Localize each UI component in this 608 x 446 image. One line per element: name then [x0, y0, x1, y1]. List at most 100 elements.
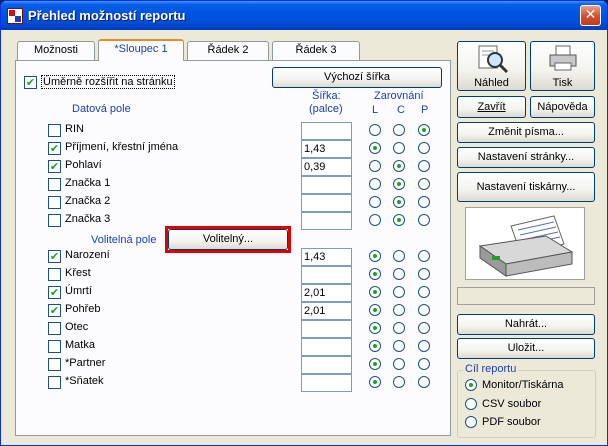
default-width-button[interactable]: Výchozí šířka — [272, 67, 442, 88]
tab-row-3[interactable]: Řádek 3 — [272, 41, 360, 60]
optional-field-align-center-radio[interactable] — [393, 358, 405, 370]
data-field-checkbox[interactable]: ✔ — [48, 160, 61, 173]
data-field-align-center-radio[interactable] — [393, 160, 405, 172]
optional-field-width-input[interactable]: 1,43 — [301, 248, 352, 266]
data-field-align-center-radio[interactable] — [393, 214, 405, 226]
data-field-align-right-radio[interactable] — [418, 178, 430, 190]
data-field-checkbox[interactable] — [48, 178, 61, 191]
optional-field-align-right-radio[interactable] — [418, 376, 430, 388]
optional-field-align-left-radio[interactable] — [369, 304, 381, 316]
optional-field-width-input[interactable]: 2,01 — [301, 284, 352, 302]
optional-field-align-center-radio[interactable] — [393, 376, 405, 388]
optional-field-checkbox[interactable]: ✔ — [48, 304, 61, 317]
data-field-width-input[interactable] — [301, 194, 352, 212]
optional-field-label: Úmrtí — [65, 285, 92, 297]
width-header: Šířka: — [312, 90, 341, 102]
target-monitor-radio[interactable] — [465, 379, 477, 391]
data-field-align-left-radio[interactable] — [369, 124, 381, 136]
optional-field-align-left-radio[interactable] — [369, 358, 381, 370]
data-field-align-right-radio[interactable] — [418, 196, 430, 208]
data-field-align-left-radio[interactable] — [369, 214, 381, 226]
optional-field-align-left-radio[interactable] — [369, 376, 381, 388]
optional-field-align-right-radio[interactable] — [418, 268, 430, 280]
optional-field-align-right-radio[interactable] — [418, 250, 430, 262]
optional-field-width-input[interactable] — [301, 266, 352, 284]
data-field-width-input[interactable] — [301, 212, 352, 230]
data-field-align-left-radio[interactable] — [369, 178, 381, 190]
target-pdf-label: PDF soubor — [482, 416, 541, 428]
close-button[interactable]: Zavřít — [457, 96, 526, 118]
optional-field-align-center-radio[interactable] — [393, 250, 405, 262]
optional-field-align-right-radio[interactable] — [418, 304, 430, 316]
data-field-checkbox[interactable] — [48, 214, 61, 227]
optional-field-width-input[interactable] — [301, 374, 352, 392]
optional-field-align-left-radio[interactable] — [369, 322, 381, 334]
target-csv-radio[interactable] — [465, 398, 477, 410]
data-field-align-left-radio[interactable] — [369, 160, 381, 172]
tab-options[interactable]: Možnosti — [17, 41, 95, 60]
print-button[interactable]: Tisk — [530, 41, 595, 91]
title-bar[interactable]: Přehled možností reportu ✕ — [1, 1, 607, 30]
report-target-title: Cíl reportu — [463, 363, 519, 375]
optional-field-checkbox[interactable] — [48, 376, 61, 389]
change-fonts-button[interactable]: Změnit písma... — [457, 122, 595, 143]
optional-field-align-right-radio[interactable] — [418, 340, 430, 352]
optional-field-checkbox[interactable]: ✔ — [48, 286, 61, 299]
optional-field-align-center-radio[interactable] — [393, 340, 405, 352]
preview-button[interactable]: Náhled — [457, 41, 526, 91]
data-field-checkbox[interactable] — [48, 124, 61, 137]
printer-icon — [549, 45, 577, 71]
app-icon — [7, 8, 23, 24]
data-field-align-center-radio[interactable] — [393, 178, 405, 190]
optional-field-width-input[interactable] — [301, 356, 352, 374]
data-field-align-left-radio[interactable] — [369, 196, 381, 208]
optional-field-align-left-radio[interactable] — [369, 250, 381, 262]
data-field-checkbox[interactable]: ✔ — [48, 142, 61, 155]
data-field-align-right-radio[interactable] — [418, 160, 430, 172]
tab-row-2[interactable]: Řádek 2 — [187, 41, 269, 60]
close-window-button[interactable]: ✕ — [580, 5, 601, 26]
optional-field-checkbox[interactable]: ✔ — [48, 250, 61, 263]
optional-field-checkbox[interactable] — [48, 268, 61, 281]
optional-field-align-center-radio[interactable] — [393, 322, 405, 334]
help-button[interactable]: Nápověda — [530, 96, 595, 118]
tab-column-1[interactable]: *Sloupec 1 — [98, 39, 184, 61]
printer-setup-button[interactable]: Nastavení tiskárny... — [457, 172, 595, 202]
data-fields-header: Datová pole — [72, 103, 131, 115]
data-field-width-input[interactable] — [301, 122, 352, 140]
optional-field-checkbox[interactable] — [48, 322, 61, 335]
page-setup-button[interactable]: Nastavení stránky... — [457, 147, 595, 168]
scale-to-page-checkbox[interactable]: ✔ — [24, 76, 37, 89]
data-field-align-right-radio[interactable] — [418, 214, 430, 226]
optional-field-checkbox[interactable] — [48, 340, 61, 353]
optional-field-align-right-radio[interactable] — [418, 322, 430, 334]
data-field-checkbox[interactable] — [48, 196, 61, 209]
data-field-align-left-radio[interactable] — [369, 142, 381, 154]
data-field-align-center-radio[interactable] — [393, 196, 405, 208]
data-field-align-center-radio[interactable] — [393, 142, 405, 154]
optional-field-align-center-radio[interactable] — [393, 304, 405, 316]
optional-field-width-input[interactable] — [301, 320, 352, 338]
optional-fields-button[interactable]: Volitelný... — [168, 229, 288, 250]
target-monitor-label: Monitor/Tiskárna — [482, 379, 564, 391]
data-field-width-input[interactable] — [301, 176, 352, 194]
data-field-width-input[interactable]: 1,43 — [301, 140, 352, 158]
data-field-width-input[interactable]: 0,39 — [301, 158, 352, 176]
optional-field-width-input[interactable] — [301, 338, 352, 356]
target-pdf-radio[interactable] — [465, 416, 477, 428]
optional-fields-header: Volitelná pole — [91, 234, 157, 246]
data-field-align-center-radio[interactable] — [393, 124, 405, 136]
optional-field-align-center-radio[interactable] — [393, 268, 405, 280]
load-button[interactable]: Nahrát... — [457, 314, 595, 335]
optional-field-width-input[interactable]: 2,01 — [301, 302, 352, 320]
optional-field-align-center-radio[interactable] — [393, 286, 405, 298]
data-field-align-right-radio[interactable] — [418, 142, 430, 154]
optional-field-align-right-radio[interactable] — [418, 286, 430, 298]
optional-field-checkbox[interactable] — [48, 358, 61, 371]
optional-field-align-right-radio[interactable] — [418, 358, 430, 370]
optional-field-align-left-radio[interactable] — [369, 340, 381, 352]
data-field-align-right-radio[interactable] — [418, 124, 430, 136]
save-button[interactable]: Uložit... — [457, 338, 595, 359]
optional-field-align-left-radio[interactable] — [369, 268, 381, 280]
optional-field-align-left-radio[interactable] — [369, 286, 381, 298]
